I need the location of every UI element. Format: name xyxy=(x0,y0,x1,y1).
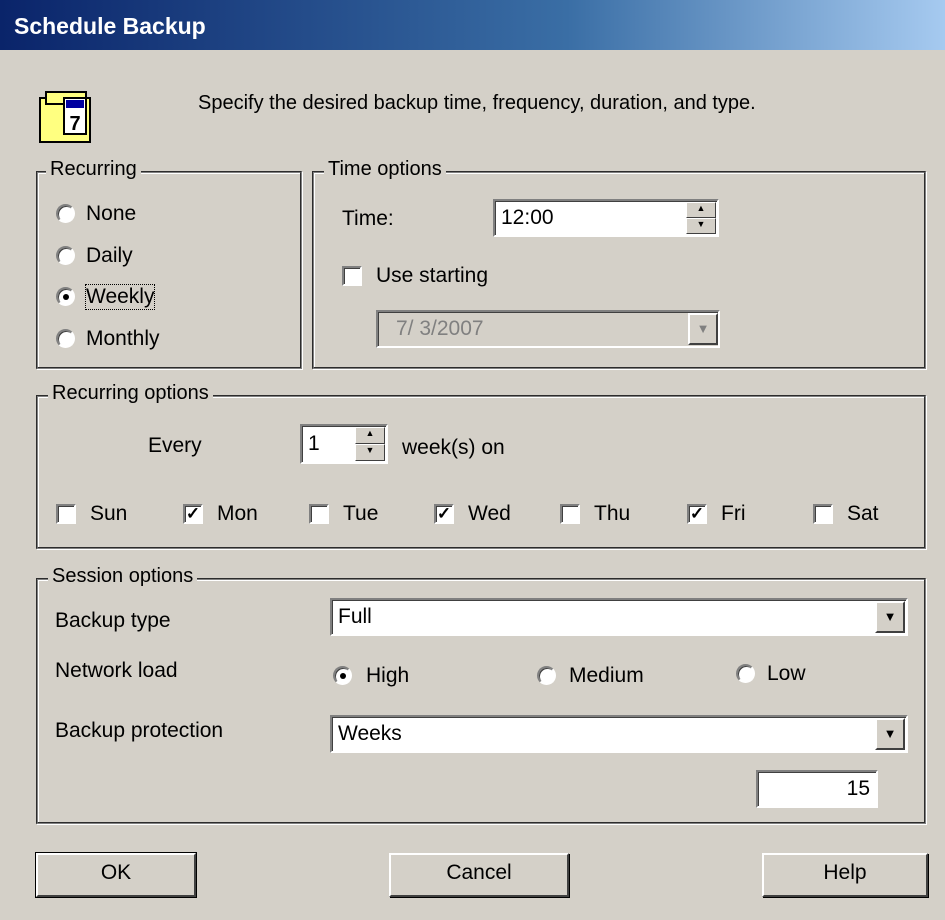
start-date-field[interactable]: 7/ 3/2007 xyxy=(376,310,720,348)
radio-none-label: None xyxy=(86,202,137,225)
protection-count-input[interactable]: 15 xyxy=(756,770,878,808)
radio-high-label: High xyxy=(366,664,410,687)
window-title: Schedule Backup xyxy=(14,13,206,39)
calendar-icon: 7 xyxy=(39,91,91,143)
radio-weekly[interactable] xyxy=(56,287,75,306)
time-spin-down[interactable]: ▼ xyxy=(686,218,716,234)
checkbox-sun[interactable] xyxy=(56,504,76,524)
backup-protection-label: Backup protection xyxy=(55,719,224,742)
checkbox-wed[interactable]: ✓ xyxy=(434,504,454,524)
backup-type-value: Full xyxy=(338,605,372,628)
intro-text: Specify the desired backup time, frequen… xyxy=(198,92,756,114)
checkbox-fri[interactable]: ✓ xyxy=(687,504,707,524)
radio-low[interactable] xyxy=(736,664,755,683)
radio-high[interactable] xyxy=(333,666,352,685)
help-button-label: Help xyxy=(823,861,867,884)
backup-type-dropdown-button[interactable]: ▼ xyxy=(875,601,905,633)
radio-monthly[interactable] xyxy=(56,329,75,348)
time-label: Time: xyxy=(342,207,394,230)
radio-daily-label: Daily xyxy=(86,244,133,267)
radio-medium[interactable] xyxy=(537,666,556,685)
day-wed-label: Wed xyxy=(468,502,511,525)
use-starting-checkbox[interactable] xyxy=(342,266,362,286)
ok-button[interactable]: OK xyxy=(35,852,197,898)
backup-type-label: Backup type xyxy=(55,609,171,632)
checkbox-mon[interactable]: ✓ xyxy=(183,504,203,524)
day-fri-label: Fri xyxy=(721,502,746,525)
cancel-button-label: Cancel xyxy=(446,861,512,884)
recurring-legend: Recurring xyxy=(46,158,141,181)
day-tue-label: Tue xyxy=(343,502,379,525)
day-mon-label: Mon xyxy=(217,502,258,525)
every-spin-up[interactable]: ▲ xyxy=(355,427,385,444)
day-thu-label: Thu xyxy=(594,502,631,525)
start-date-dropdown-button[interactable]: ▼ xyxy=(688,313,718,345)
every-label: Every xyxy=(148,434,202,457)
time-options-legend: Time options xyxy=(324,158,446,181)
every-spin-down[interactable]: ▼ xyxy=(355,444,385,461)
radio-none[interactable] xyxy=(56,204,75,223)
time-value: 12:00 xyxy=(501,206,554,229)
recurring-options-legend: Recurring options xyxy=(48,382,213,405)
backup-type-select[interactable]: Full xyxy=(330,598,908,636)
start-date-value: 7/ 3/2007 xyxy=(396,317,484,340)
backup-protection-dropdown-button[interactable]: ▼ xyxy=(875,718,905,750)
recurring-group xyxy=(36,171,302,369)
day-sun-label: Sun xyxy=(90,502,128,525)
backup-protection-select[interactable]: Weeks xyxy=(330,715,908,753)
radio-weekly-label: Weekly xyxy=(84,284,156,310)
day-sat-label: Sat xyxy=(847,502,879,525)
time-spin-up[interactable]: ▲ xyxy=(686,202,716,218)
title-bar[interactable]: Schedule Backup xyxy=(0,0,945,50)
checkbox-thu[interactable] xyxy=(560,504,580,524)
week-unit-label: week(s) on xyxy=(402,436,505,459)
session-options-legend: Session options xyxy=(48,565,198,588)
network-load-label: Network load xyxy=(55,659,178,682)
radio-low-label: Low xyxy=(767,662,806,685)
svg-text:7: 7 xyxy=(69,113,80,135)
checkbox-tue[interactable] xyxy=(309,504,329,524)
protection-count-value: 15 xyxy=(846,777,870,800)
backup-protection-value: Weeks xyxy=(338,722,402,745)
help-button[interactable]: Help xyxy=(762,853,928,897)
checkbox-sat[interactable] xyxy=(813,504,833,524)
every-value: 1 xyxy=(308,432,320,455)
radio-monthly-label: Monthly xyxy=(86,327,160,350)
use-starting-label: Use starting xyxy=(376,264,489,287)
radio-medium-label: Medium xyxy=(569,664,644,687)
cancel-button[interactable]: Cancel xyxy=(389,853,569,897)
ok-button-label: OK xyxy=(100,861,132,884)
radio-daily[interactable] xyxy=(56,246,75,265)
